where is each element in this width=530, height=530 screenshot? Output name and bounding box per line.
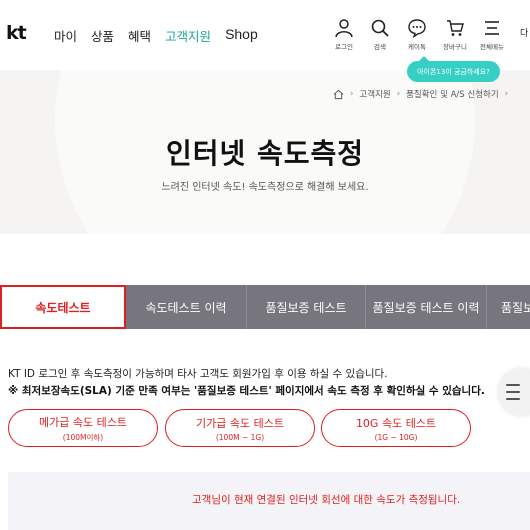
- main-nav: 마이 상품 혜택 고객지원 Shop: [54, 26, 272, 45]
- login-button[interactable]: 로그인: [327, 18, 361, 51]
- giga-test-label: 기가급 속도 테스트: [196, 416, 284, 430]
- tab-speed-test[interactable]: 속도테스트: [0, 285, 126, 329]
- chat-icon: [408, 19, 426, 38]
- page-title: 인터넷 속도측정: [165, 137, 365, 170]
- breadcrumb-support[interactable]: 고객지원: [359, 88, 390, 100]
- cart-button[interactable]: 장바구니: [438, 18, 472, 51]
- nav-item-my[interactable]: 마이: [54, 26, 77, 45]
- search-button[interactable]: 검색: [363, 18, 397, 51]
- tab-speed-history[interactable]: 속도테스트 이력: [126, 285, 247, 329]
- cart-icon: [447, 20, 464, 36]
- page-subtitle: 느려진 인터넷 속도! 속도측정으로 해결해 보세요.: [161, 182, 369, 193]
- 10g-speed-test-button[interactable]: 10G 속도 테스트 (1G ~ 10G): [321, 409, 471, 447]
- breadcrumb-quality[interactable]: 품질확인 및 A/S 신청하기: [406, 88, 499, 100]
- search-icon: [371, 19, 389, 37]
- sla-notice: ※ 최저보장속도(SLA) 기준 만족 여부는 '품질보증 테스트' 페이지에서…: [8, 385, 485, 397]
- header: kt 마이 상품 혜택 고객지원 Shop 로그인 검색 케이톡 장바구니 전체…: [0, 0, 530, 70]
- login-notice: KT ID 로그인 후 속도측정이 가능하며 타사 고객도 회원가입 후 이용 …: [8, 368, 388, 380]
- nav-item-benefits[interactable]: 혜택: [128, 26, 151, 45]
- chevron-right-icon: ›: [396, 89, 401, 99]
- chevron-right-icon: ›: [504, 89, 509, 99]
- chevron-right-icon: ›: [350, 89, 354, 99]
- 10g-test-range: (1G ~ 10G): [374, 432, 418, 442]
- mega-speed-test-button[interactable]: 메가급 속도 테스트 (100M이하): [8, 409, 158, 447]
- speed-tabs: 속도테스트 속도테스트 이력 품질보증 테스트 품질보증 테스트 이력 품질보: [0, 285, 530, 329]
- nav-item-products[interactable]: 상품: [91, 26, 114, 45]
- giga-speed-test-button[interactable]: 기가급 속도 테스트 (100M ~ 1G): [165, 409, 315, 447]
- cart-label: 장바구니: [443, 43, 467, 51]
- menu-icon: [485, 21, 499, 35]
- tab-quality-more[interactable]: 품질보: [487, 285, 530, 329]
- 10g-test-label: 10G 속도 테스트: [355, 416, 437, 430]
- tab-quality-test[interactable]: 품질보증 테스트: [247, 285, 366, 329]
- ktalk-button[interactable]: 케이톡: [400, 18, 434, 51]
- ktalk-label: 케이톡: [408, 43, 426, 51]
- floating-menu-button[interactable]: [498, 368, 530, 416]
- hero-banner: › 고객지원 › 품질확인 및 A/S 신청하기 › 인터넷 속도측정 느려진 …: [0, 70, 530, 234]
- promo-tooltip[interactable]: 아이폰13이 궁금하세요?: [407, 56, 500, 82]
- nav-item-shop[interactable]: Shop: [225, 26, 258, 45]
- mega-test-label: 메가급 속도 테스트: [39, 415, 127, 429]
- language-button[interactable]: 다: [520, 26, 528, 39]
- all-menu-button[interactable]: 전체메뉴: [475, 18, 509, 51]
- search-label: 검색: [374, 43, 386, 51]
- measurement-message: 고객님이 현재 연결된 인터넷 회선에 대한 속도가 측정됩니다.: [192, 494, 461, 506]
- all-menu-label: 전체메뉴: [480, 43, 504, 51]
- measurement-info-box: 고객님이 현재 연결된 인터넷 회선에 대한 속도가 측정됩니다.: [8, 472, 530, 530]
- page: kt 마이 상품 혜택 고객지원 Shop 로그인 검색 케이톡 장바구니 전체…: [0, 0, 530, 530]
- breadcrumb: › 고객지원 › 품질확인 및 A/S 신청하기 ›: [333, 88, 508, 100]
- login-label: 로그인: [335, 43, 353, 51]
- kt-logo[interactable]: kt: [6, 22, 27, 44]
- mega-test-range: (100M이하): [62, 432, 104, 442]
- user-icon: [335, 19, 353, 38]
- tab-quality-history[interactable]: 품질보증 테스트 이력: [366, 285, 487, 329]
- home-icon[interactable]: [333, 89, 344, 100]
- giga-test-range: (100M ~ 1G): [215, 432, 265, 442]
- nav-item-support[interactable]: 고객지원: [165, 26, 211, 45]
